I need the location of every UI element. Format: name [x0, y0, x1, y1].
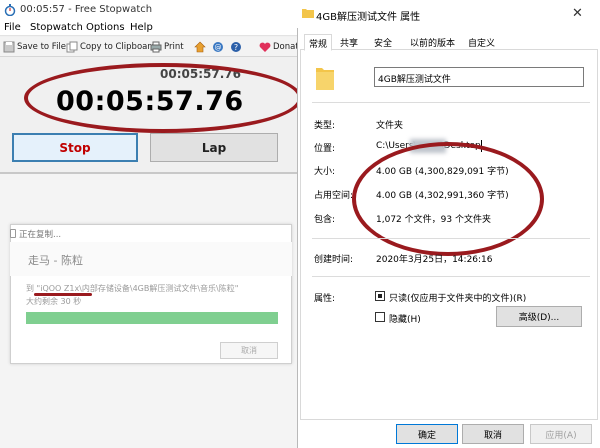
menu-stopwatch[interactable]: Stopwatch [30, 22, 83, 33]
copy-progress-fill [26, 312, 278, 324]
location-label: 位置: [314, 144, 336, 154]
save-to-file-button[interactable]: Save to File [3, 40, 66, 54]
svg-text:@: @ [215, 44, 222, 52]
tab-previous-versions[interactable]: 以前的版本 [406, 34, 459, 50]
printer-icon [150, 41, 162, 53]
type-value: 文件夹 [376, 121, 404, 131]
stopwatch-titlebar: 00:05:57 - Free Stopwatch [0, 0, 300, 20]
ok-button[interactable]: 确定 [396, 424, 458, 444]
stopwatch-toolbar: Save to File Copy to Clipboard Print @ ?… [0, 37, 300, 57]
annotation-oval-stopwatch [24, 63, 302, 133]
copy-file-name: 走马 - 陈粒 [28, 254, 83, 267]
folder-icon [316, 68, 334, 90]
stopwatch-window-title: 00:05:57 - Free Stopwatch [20, 4, 153, 15]
copy-time-remaining: 大约剩余 30 秒 [26, 297, 82, 306]
divider [312, 276, 590, 277]
divider [312, 238, 590, 239]
copy-to-clipboard-label: Copy to Clipboard [80, 42, 157, 52]
apply-button[interactable]: 应用(A) [530, 424, 592, 444]
tab-customize[interactable]: 自定义 [464, 34, 499, 50]
donate-button[interactable]: Donat [259, 40, 299, 54]
size-on-disk-label: 占用空间: [314, 191, 354, 201]
donate-label: Donat [273, 42, 299, 52]
folder-small-icon [302, 9, 314, 18]
copy-to-clipboard-button[interactable]: Copy to Clipboard [66, 40, 156, 54]
menu-options[interactable]: Options [86, 22, 125, 33]
copy-cancel-button[interactable]: 取消 [220, 342, 278, 359]
copy-dialog-title: 正在复制... [10, 228, 61, 240]
phone-icon [10, 229, 16, 238]
lap-button[interactable]: Lap [150, 133, 278, 162]
readonly-checkbox[interactable] [375, 291, 385, 301]
hidden-label: 隐藏(H) [389, 315, 421, 325]
menu-help[interactable]: Help [130, 22, 153, 33]
annotation-underline [34, 293, 92, 296]
save-icon [3, 41, 15, 53]
help-icon: ? [231, 42, 241, 52]
advanced-button[interactable]: 高级(D)... [496, 306, 582, 327]
stop-button[interactable]: Stop [12, 133, 138, 162]
cancel-button[interactable]: 取消 [462, 424, 524, 444]
svg-text:?: ? [234, 43, 238, 52]
hidden-checkbox[interactable] [375, 312, 385, 322]
email-button[interactable]: @ [212, 40, 224, 54]
checkbox-indeterminate-mark [378, 294, 382, 298]
print-label: Print [164, 42, 184, 52]
heart-icon [259, 42, 271, 52]
home-button[interactable] [194, 40, 206, 54]
email-icon: @ [213, 42, 223, 52]
tab-sharing[interactable]: 共享 [336, 34, 362, 50]
help-button[interactable]: ? [230, 40, 242, 54]
readonly-label: 只读(仅应用于文件夹中的文件)(R) [389, 294, 527, 304]
home-icon [194, 41, 206, 53]
close-button[interactable]: ✕ [572, 6, 583, 21]
tab-security[interactable]: 安全 [370, 34, 396, 50]
print-button[interactable]: Print [150, 40, 184, 54]
copy-dialog-title-text: 正在复制... [19, 230, 62, 240]
contains-label: 包含: [314, 215, 336, 225]
tab-general[interactable]: 常规 [304, 34, 333, 51]
attributes-label: 属性: [314, 294, 336, 304]
size-label: 大小: [314, 167, 336, 177]
created-label: 创建时间: [314, 255, 354, 265]
divider [312, 102, 590, 103]
folder-name-input[interactable]: 4GB解压测试文件 [374, 67, 584, 87]
stopwatch-menubar: File Stopwatch Options Help [0, 20, 300, 36]
menu-file[interactable]: File [4, 22, 21, 33]
created-value: 2020年3月25日，14:26:16 [376, 255, 493, 265]
type-label: 类型: [314, 121, 336, 131]
properties-title: 4GB解压测试文件 属性 [316, 12, 421, 23]
stopwatch-app-icon [4, 4, 16, 16]
copy-icon [66, 41, 78, 53]
save-to-file-label: Save to File [17, 42, 67, 52]
